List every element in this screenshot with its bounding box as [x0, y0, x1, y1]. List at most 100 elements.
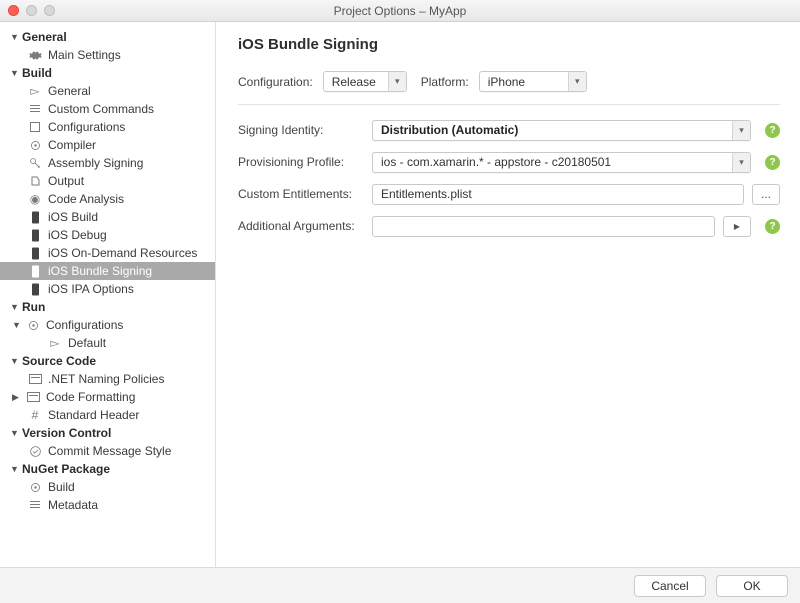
sidebar-item-code-analysis[interactable]: ◉ Code Analysis [0, 190, 215, 208]
play-icon: ▻ [48, 336, 62, 350]
sidebar-item-standard-header[interactable]: # Standard Header [0, 406, 215, 424]
list-icon [28, 102, 42, 116]
sidebar-item-ios-debug[interactable]: iOS Debug [0, 226, 215, 244]
signing-identity-label: Signing Identity: [238, 123, 364, 137]
cancel-button[interactable]: Cancel [634, 575, 706, 597]
sidebar-item-ios-bundle-signing[interactable]: iOS Bundle Signing [0, 262, 215, 280]
sidebar-item-run-configurations[interactable]: ▼ Configurations [0, 316, 215, 334]
chevron-down-icon [568, 72, 586, 91]
sidebar-group-label: Run [22, 300, 45, 314]
phone-icon [28, 228, 42, 242]
list-icon [28, 498, 42, 512]
help-icon[interactable]: ? [765, 123, 780, 138]
sidebar-item-ios-build[interactable]: iOS Build [0, 208, 215, 226]
sidebar-item-commit-style[interactable]: Commit Message Style [0, 442, 215, 460]
sidebar-item-ios-ondemand[interactable]: iOS On-Demand Resources [0, 244, 215, 262]
provisioning-profile-label: Provisioning Profile: [238, 155, 364, 169]
config-platform-row: Configuration: Release Platform: iPhone [238, 71, 780, 105]
sidebar-item-custom-commands[interactable]: Custom Commands [0, 100, 215, 118]
sidebar-group-version-control[interactable]: ▼ Version Control [0, 424, 215, 442]
sidebar-item-label: Standard Header [48, 408, 139, 422]
sidebar-item-label: Configurations [46, 318, 123, 332]
card-icon [28, 372, 42, 386]
titlebar: Project Options – MyApp [0, 0, 800, 22]
help-icon[interactable]: ? [765, 155, 780, 170]
maximize-window-button [44, 5, 55, 16]
chevron-down-icon: ▼ [10, 68, 18, 78]
sidebar-group-label: General [22, 30, 67, 44]
sidebar-item-label: Assembly Signing [48, 156, 143, 170]
sidebar-group-label: Version Control [22, 426, 111, 440]
chevron-right-icon: ▶ [12, 392, 20, 403]
sidebar-item-ios-ipa[interactable]: iOS IPA Options [0, 280, 215, 298]
phone-icon [28, 246, 42, 260]
main-panel: iOS Bundle Signing Configuration: Releas… [216, 22, 800, 567]
select-value: ios - com.xamarin.* - appstore - c201805… [381, 155, 726, 169]
sidebar-item-label: iOS Debug [48, 228, 107, 242]
sidebar-group-build[interactable]: ▼ Build [0, 64, 215, 82]
ok-button[interactable]: OK [716, 575, 788, 597]
help-icon[interactable]: ? [765, 219, 780, 234]
window-title: Project Options – MyApp [334, 4, 467, 18]
configuration-label: Configuration: [238, 75, 313, 89]
sidebar-item-label: General [48, 84, 91, 98]
chevron-down-icon [732, 121, 750, 140]
sidebar-item-configurations[interactable]: Configurations [0, 118, 215, 136]
sidebar-item-nuget-build[interactable]: Build [0, 478, 215, 496]
custom-entitlements-row: Custom Entitlements: Entitlements.plist … [238, 183, 780, 205]
sidebar-item-naming-policies[interactable]: .NET Naming Policies [0, 370, 215, 388]
sidebar-item-label: .NET Naming Policies [48, 372, 164, 386]
sidebar-item-label: Output [48, 174, 84, 188]
run-args-button[interactable] [723, 216, 751, 237]
sidebar-item-output[interactable]: Output [0, 172, 215, 190]
card-icon [26, 390, 40, 404]
additional-args-input[interactable] [372, 216, 715, 237]
key-icon [28, 156, 42, 170]
sidebar-item-run-default[interactable]: ▻ Default [0, 334, 215, 352]
button-label: ... [761, 187, 771, 201]
platform-select[interactable]: iPhone [479, 71, 587, 92]
additional-args-row: Additional Arguments: ? [238, 215, 780, 237]
sidebar-item-label: Code Analysis [48, 192, 124, 206]
select-value: Release [332, 75, 382, 89]
custom-entitlements-input[interactable]: Entitlements.plist [372, 184, 744, 205]
sidebar-group-nuget[interactable]: ▼ NuGet Package [0, 460, 215, 478]
sidebar-group-label: Build [22, 66, 52, 80]
button-label: Cancel [651, 579, 688, 593]
sidebar-item-assembly-signing[interactable]: Assembly Signing [0, 154, 215, 172]
compiler-icon [28, 138, 42, 152]
window-controls [8, 5, 55, 16]
custom-entitlements-label: Custom Entitlements: [238, 187, 364, 201]
sidebar-item-label: Default [68, 336, 106, 350]
signing-identity-row: Signing Identity: Distribution (Automati… [238, 119, 780, 141]
chevron-down-icon: ▼ [10, 464, 18, 474]
sidebar-group-general[interactable]: ▼ General [0, 28, 215, 46]
sidebar-item-label: Configurations [48, 120, 125, 134]
provisioning-profile-select[interactable]: ios - com.xamarin.* - appstore - c201805… [372, 152, 751, 173]
sidebar-item-build-general[interactable]: ▻ General [0, 82, 215, 100]
browse-entitlements-button[interactable]: ... [752, 184, 780, 205]
configuration-select[interactable]: Release [323, 71, 407, 92]
sidebar-item-label: Main Settings [48, 48, 121, 62]
hash-icon: # [28, 408, 42, 422]
sidebar-item-label: iOS IPA Options [48, 282, 134, 296]
sidebar-item-main-settings[interactable]: Main Settings [0, 46, 215, 64]
sidebar-group-run[interactable]: ▼ Run [0, 298, 215, 316]
select-value: Distribution (Automatic) [381, 123, 726, 137]
sidebar-item-label: Custom Commands [48, 102, 154, 116]
sidebar-group-source-code[interactable]: ▼ Source Code [0, 352, 215, 370]
signing-identity-select[interactable]: Distribution (Automatic) [372, 120, 751, 141]
close-window-button[interactable] [8, 5, 19, 16]
chevron-down-icon [388, 72, 406, 91]
chevron-down-icon: ▼ [10, 32, 18, 42]
select-value: iPhone [488, 75, 562, 89]
sidebar-item-nuget-metadata[interactable]: Metadata [0, 496, 215, 514]
additional-args-label: Additional Arguments: [238, 219, 364, 233]
button-label: OK [743, 579, 760, 593]
sidebar: ▼ General Main Settings ▼ Build ▻ Genera… [0, 22, 216, 567]
sidebar-item-code-formatting[interactable]: ▶ Code Formatting [0, 388, 215, 406]
page-title: iOS Bundle Signing [238, 36, 780, 53]
phone-icon [28, 264, 42, 278]
content-area: ▼ General Main Settings ▼ Build ▻ Genera… [0, 22, 800, 567]
sidebar-item-compiler[interactable]: Compiler [0, 136, 215, 154]
